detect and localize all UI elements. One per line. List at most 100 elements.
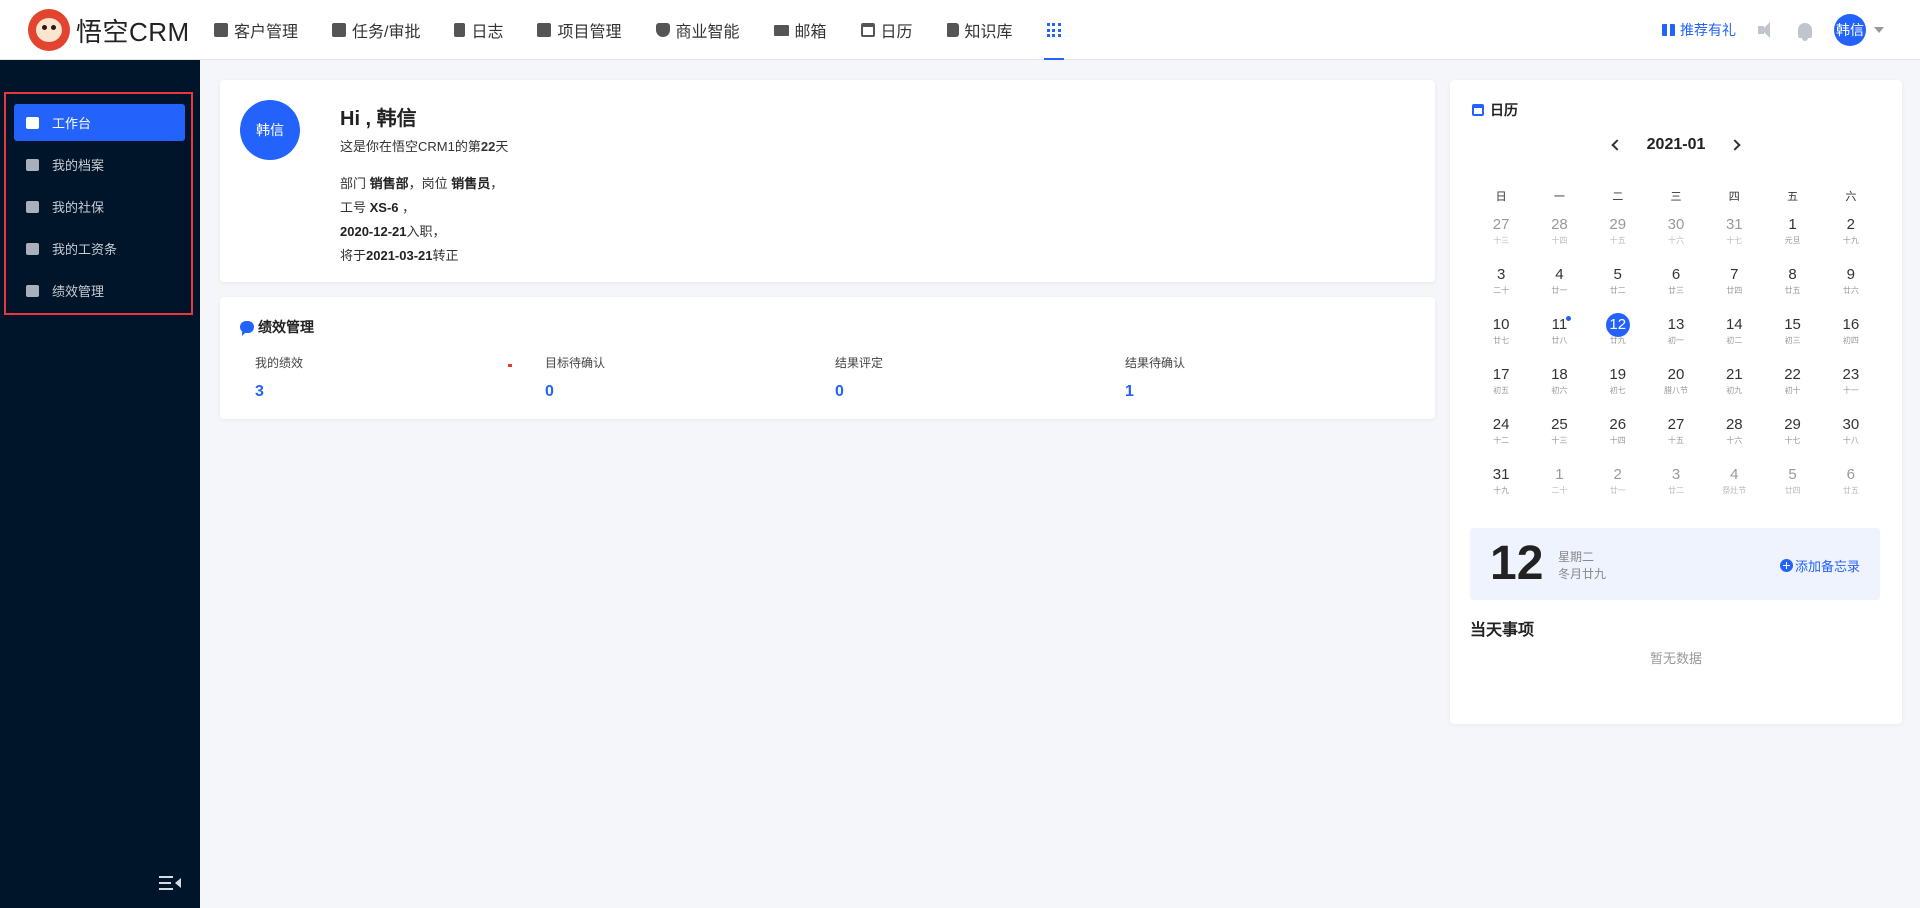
- lunar-date: 廿七: [1493, 336, 1510, 345]
- calendar-day[interactable]: 5 廿二: [1589, 263, 1647, 313]
- weekday-label: 五: [1787, 191, 1799, 203]
- calendar-day[interactable]: 18 初六: [1530, 363, 1588, 413]
- calendar-day[interactable]: 30 十八: [1822, 413, 1880, 463]
- lunar-date: 十九: [1842, 236, 1859, 245]
- day-number: 19: [1609, 366, 1627, 383]
- calendar-day[interactable]: 29 十七: [1763, 413, 1821, 463]
- day-number: 31: [1492, 466, 1510, 483]
- calendar-day-today[interactable]: 12 廿九: [1589, 313, 1647, 363]
- calendar-day[interactable]: 23 十一: [1822, 363, 1880, 413]
- calendar-day[interactable]: 28 十六: [1705, 413, 1763, 463]
- sidebar-item-insurance[interactable]: 我的社保: [14, 188, 185, 225]
- day-number: 8: [1788, 266, 1797, 283]
- stat-value: 3: [255, 383, 264, 400]
- day-number: 6: [1846, 466, 1856, 483]
- day-number: 27: [1492, 216, 1510, 233]
- chevron-down-icon[interactable]: [1874, 27, 1884, 33]
- stat-my-performance[interactable]: 我的绩效 3: [255, 354, 303, 401]
- calendar-day[interactable]: 6 廿三: [1647, 263, 1705, 313]
- day-number: 31: [1725, 216, 1743, 233]
- calendar-day[interactable]: 27 十五: [1647, 413, 1705, 463]
- sidebar-item-performance[interactable]: 绩效管理: [14, 272, 185, 309]
- calendar-day[interactable]: 25 十三: [1530, 413, 1588, 463]
- calendar-day[interactable]: 11 廿八: [1530, 313, 1588, 363]
- employee-info: 部门 销售部，岗位 销售员， 工号 XS-6 ， 2020-12-21入职， 将…: [340, 172, 503, 268]
- nav-project[interactable]: 项目管理: [537, 0, 622, 60]
- calendar-day[interactable]: 28 十四: [1530, 213, 1588, 263]
- user-avatar[interactable]: 韩信: [1834, 14, 1866, 46]
- calendar-day[interactable]: 4 廿一: [1530, 263, 1588, 313]
- day-number: 5: [1788, 466, 1797, 483]
- calendar-day[interactable]: 6 廿五: [1822, 463, 1880, 513]
- selected-day-panel: 12 星期二 冬月廿九 添加备忘录: [1470, 528, 1880, 600]
- nav-label: 邮箱: [794, 24, 827, 41]
- sidebar-item-workbench[interactable]: 工作台: [14, 104, 185, 141]
- prev-month-icon[interactable]: [1610, 139, 1623, 151]
- recommend-link[interactable]: 推荐有礼: [1662, 20, 1736, 40]
- calendar-day[interactable]: 17 初五: [1472, 363, 1530, 413]
- nav-bi[interactable]: 商业智能: [655, 0, 740, 60]
- calendar-day[interactable]: 29 十五: [1589, 213, 1647, 263]
- calendar-day[interactable]: 19 初七: [1589, 363, 1647, 413]
- calendar-day[interactable]: 24 十二: [1472, 413, 1530, 463]
- calendar-day[interactable]: 1 元旦: [1763, 213, 1821, 263]
- app-logo[interactable]: 悟空CRM: [28, 9, 190, 51]
- calendar-day[interactable]: 2 十九: [1822, 213, 1880, 263]
- calendar-day[interactable]: 26 十四: [1589, 413, 1647, 463]
- weekday-label: 二: [1612, 191, 1624, 203]
- calendar-day[interactable]: 20 腊八节: [1647, 363, 1705, 413]
- stat-result-review[interactable]: 结果评定 0: [835, 354, 883, 401]
- calendar-day[interactable]: 8 廿五: [1763, 263, 1821, 313]
- calendar-day[interactable]: 31 十九: [1472, 463, 1530, 513]
- collapse-menu-icon[interactable]: [159, 876, 181, 890]
- calendar-day[interactable]: 13 初一: [1647, 313, 1705, 363]
- lunar-date: 廿四: [1784, 486, 1801, 495]
- calendar-day[interactable]: 31 十七: [1705, 213, 1763, 263]
- day-number: 30: [1667, 216, 1685, 233]
- calendar-day[interactable]: 2 廿一: [1589, 463, 1647, 513]
- add-memo-button[interactable]: 添加备忘录: [1779, 556, 1860, 575]
- nav-mail[interactable]: 邮箱: [773, 0, 827, 60]
- lunar-date: 腊八节: [1663, 386, 1688, 395]
- nav-apps[interactable]: [1043, 0, 1064, 60]
- sidebar-item-payslip[interactable]: 我的工资条: [14, 230, 185, 267]
- calendar-day[interactable]: 3 廿二: [1647, 463, 1705, 513]
- nav-calendar[interactable]: 日历: [860, 0, 913, 60]
- profile-card: 韩信 Hi , 韩信 这是你在悟空CRM1的第22天 部门 销售部，岗位 销售员…: [220, 80, 1435, 282]
- weekday-label: 四: [1728, 191, 1740, 203]
- stat-result-confirm[interactable]: 结果待确认 1: [1125, 354, 1185, 401]
- lunar-date: 廿三: [1667, 286, 1684, 295]
- calendar-day[interactable]: 30 十六: [1647, 213, 1705, 263]
- calendar-day[interactable]: 4 祭灶节: [1705, 463, 1763, 513]
- nav-label: 日志: [471, 24, 504, 41]
- calendar-day[interactable]: 3 二十: [1472, 263, 1530, 313]
- calendar-day[interactable]: 16 初四: [1822, 313, 1880, 363]
- sidebar-item-label: 我的工资条: [52, 242, 118, 257]
- calendar-day[interactable]: 14 初二: [1705, 313, 1763, 363]
- bell-icon[interactable]: [1798, 22, 1812, 41]
- calendar-day[interactable]: 1 二十: [1530, 463, 1588, 513]
- lunar-date: 廿一: [1609, 486, 1626, 495]
- calendar-day[interactable]: 22 初十: [1763, 363, 1821, 413]
- next-month-icon[interactable]: [1729, 139, 1742, 151]
- calendar-day[interactable]: 15 初三: [1763, 313, 1821, 363]
- lunar-date: 初一: [1667, 336, 1684, 345]
- sidebar-item-archive[interactable]: 我的档案: [14, 146, 185, 183]
- nav-customer[interactable]: 客户管理: [214, 0, 298, 60]
- lunar-date: 十二: [1493, 436, 1510, 445]
- calendar-day[interactable]: 21 初九: [1705, 363, 1763, 413]
- nav-knowledge[interactable]: 知识库: [946, 0, 1013, 60]
- nav-log[interactable]: 日志: [454, 0, 503, 60]
- nav-tasks[interactable]: 任务/审批: [332, 0, 420, 60]
- lunar-date: 廿六: [1842, 286, 1859, 295]
- day-number: 24: [1492, 416, 1510, 433]
- calendar-day[interactable]: 7 廿四: [1705, 263, 1763, 313]
- day-number: 1: [1555, 466, 1564, 483]
- selected-lunar: 冬月廿九: [1558, 567, 1607, 581]
- calendar-day[interactable]: 10 廿七: [1472, 313, 1530, 363]
- calendar-day[interactable]: 9 廿六: [1822, 263, 1880, 313]
- stat-goal-confirm[interactable]: 目标待确认 0: [545, 354, 605, 401]
- calendar-day[interactable]: 27 十三: [1472, 213, 1530, 263]
- speaker-icon[interactable]: [1758, 22, 1776, 38]
- calendar-day[interactable]: 5 廿四: [1763, 463, 1821, 513]
